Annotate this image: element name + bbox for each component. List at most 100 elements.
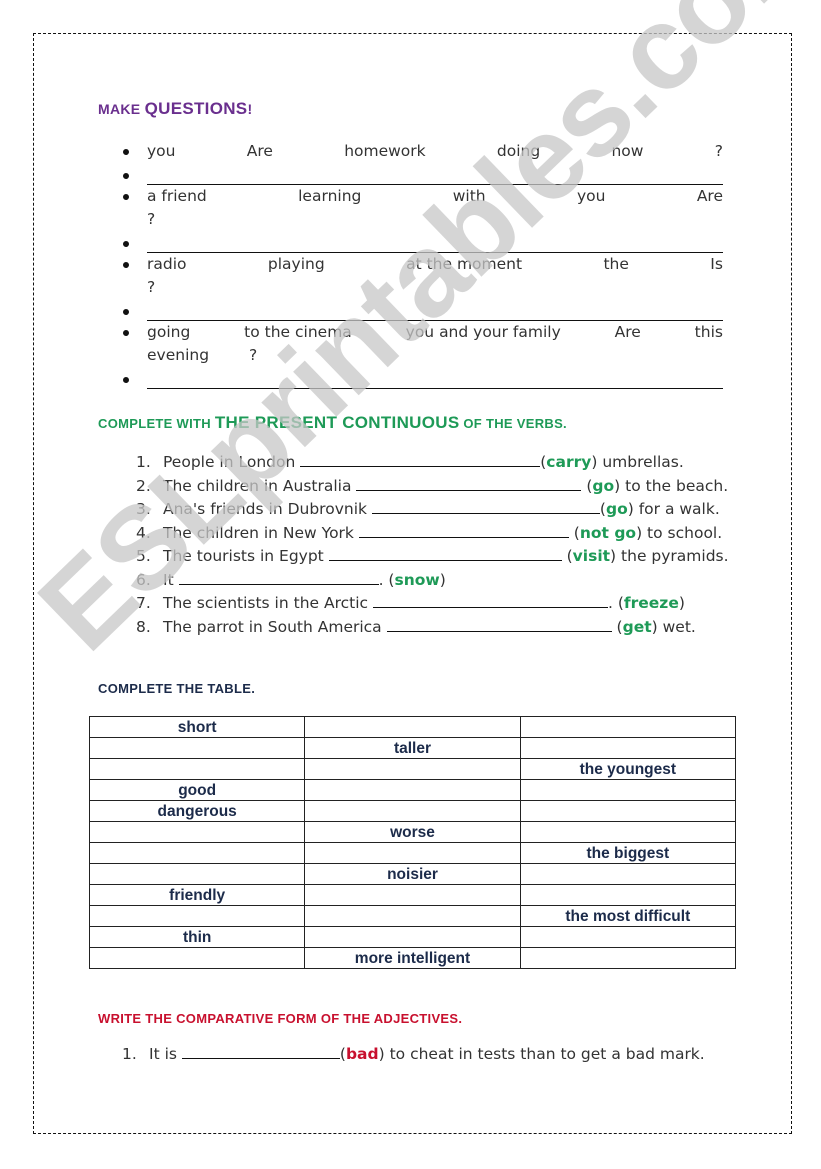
table-row: short [88,716,737,738]
answer-blank[interactable] [358,522,569,538]
item-number: 2. [136,476,151,495]
table-cell-blank[interactable] [304,926,521,948]
sentence-end: the pyramids. [616,547,729,565]
table-cell-blank[interactable] [304,758,521,780]
table-cell-blank[interactable] [519,863,737,885]
table-cell-blank[interactable] [88,863,306,885]
answer-blank[interactable] [181,1043,340,1059]
paren-open: . ( [378,570,395,589]
item-number: 1. [122,1045,137,1063]
bullet-icon [123,173,129,179]
table-cell-blank[interactable] [304,800,521,822]
item-number: 8. [136,617,151,636]
item-number: 7. [136,594,151,612]
table-cell-blank[interactable] [304,905,521,927]
table-cell-blank[interactable] [519,779,737,801]
word: a friend [147,187,207,205]
bullet-icon [123,377,129,383]
answer-blank[interactable] [386,616,612,632]
table-cell-blank[interactable] [519,947,737,969]
sentence-end: to school. [642,523,723,542]
table-cell-given: good [88,779,306,801]
table-cell-given: noisier [304,863,521,885]
table-cell-blank[interactable] [304,884,521,906]
word: ? [147,210,156,228]
table-cell-blank[interactable] [304,842,521,864]
verb-hint: go [605,500,628,518]
exercise-item: 7. The scientists in the Arctic . (freeze… [136,592,736,616]
bullet-icon [123,241,129,247]
sentence-start: People in London [163,453,301,471]
word: at the moment [406,255,523,273]
comparative-list: 1. It is (bad) to cheat in tests than to … [122,1043,742,1066]
table-cell-given: more intelligent [304,947,521,969]
exercise-item: 5. The tourists in Egypt (visit) the pyra… [136,545,736,569]
scrambled-words: going to the cinema you and your family Are… [147,321,723,344]
sentence-start: The scientists in the Arctic [163,594,373,612]
table-cell-blank[interactable] [88,821,306,843]
scrambled-words: you Are homework doing now? [147,140,723,163]
word: radio [147,255,187,273]
table-cell-given: short [88,716,306,738]
word: Are [614,323,641,341]
word: now [611,142,644,160]
bullet-icon [123,194,129,200]
table-cell-blank[interactable] [519,716,737,738]
table-row: thin [88,926,737,948]
exercise-item: 8. The parrot in South America (get) wet. [136,616,736,640]
table-cell-given: taller [304,737,521,759]
table-row: the most difficult [88,905,737,927]
table-cell-blank[interactable] [88,842,306,864]
table-cell-blank[interactable] [88,758,306,780]
table-cell-blank[interactable] [88,905,306,927]
answer-blank[interactable] [328,545,562,561]
table-row: friendly [88,884,737,906]
answer-blank[interactable] [356,475,582,491]
verb-hint: snow [394,570,440,589]
table-cell-blank[interactable] [88,947,306,969]
heading-main: THE PRESENT CONTINUOUS [214,413,460,432]
word: Are [696,187,723,205]
verb-hint: carry [546,453,592,471]
table-cell-blank[interactable] [519,737,737,759]
sentence-start: It is [149,1045,182,1063]
table-cell-blank[interactable] [519,884,737,906]
word: going [147,323,191,341]
word: with [452,187,486,205]
table-cell-blank[interactable] [519,800,737,822]
heading-suffix: OF THE VERBS. [459,416,567,431]
sentence-start: The parrot in South America [163,617,387,636]
answer-blank[interactable] [372,592,608,608]
exercise-item: 3. Ana's friends in Dubrovnik (go) for a … [136,498,736,522]
question-prompt: going to the cinema you and your family Are… [120,321,725,344]
word: the [603,255,629,273]
paren-open: ( [611,617,623,636]
verb-hint: visit [572,547,611,565]
table-row: noisier [88,863,737,885]
table-cell-blank[interactable] [304,779,521,801]
table-row: dangerous [88,800,737,822]
answer-line[interactable] [147,367,723,389]
table-heading: COMPLETE THE TABLE. [98,681,256,696]
answer-line[interactable] [147,231,723,253]
answer-line[interactable] [147,163,723,185]
paren-open: ( [561,547,573,565]
table-row: taller [88,737,737,759]
exercise-item: 1. It is (bad) to cheat in tests than to … [122,1043,742,1066]
answer-line[interactable] [147,299,723,321]
answer-blank[interactable] [300,451,541,467]
table-cell-blank[interactable] [519,926,737,948]
answer-blank[interactable] [371,498,600,514]
answer-blank[interactable] [178,569,379,585]
word: this [694,323,723,341]
word: doing [496,142,541,160]
scrambled-words: a friend learning with you Are [147,185,723,208]
table-cell-blank[interactable] [304,716,521,738]
table-cell-given: the youngest [519,758,737,780]
table-row: the biggest [88,842,737,864]
table-cell-blank[interactable] [519,821,737,843]
make-questions-heading: MAKE QUESTIONS! [98,99,252,119]
word: you [147,142,176,160]
question-prompt: a friend learning with you Are [120,185,725,208]
table-cell-blank[interactable] [88,737,306,759]
